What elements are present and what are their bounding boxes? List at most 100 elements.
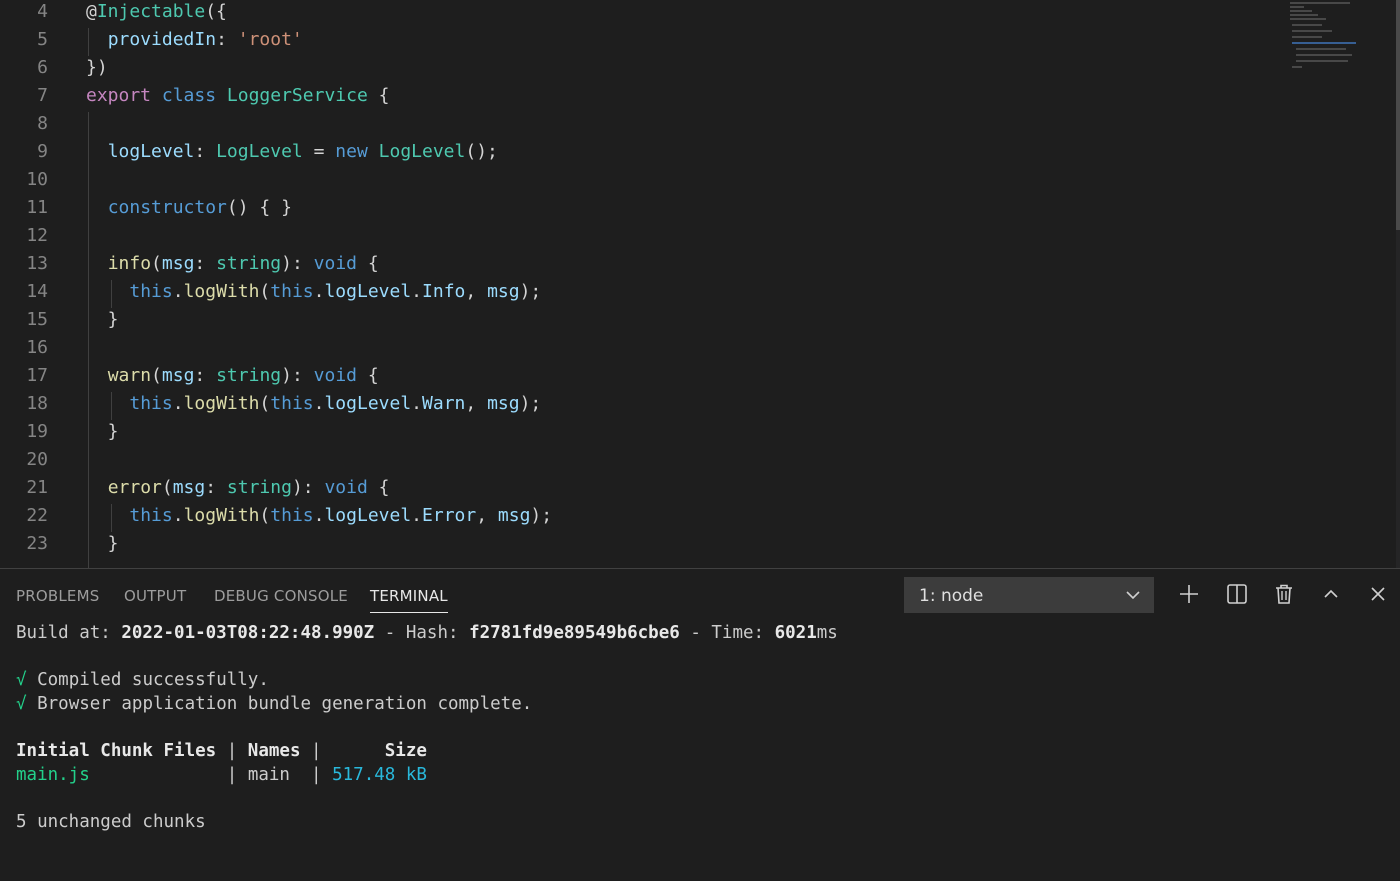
code-line[interactable]: 15 }: [0, 306, 1280, 334]
minimap-line: [1290, 14, 1318, 16]
chunk-file-name: main.js: [16, 765, 90, 785]
code-line[interactable]: 4 @Injectable({: [0, 0, 1280, 26]
split-terminal-button[interactable]: [1224, 581, 1250, 607]
code-token: ,: [465, 281, 488, 302]
code-token: ,: [465, 393, 488, 414]
code-line[interactable]: 5 providedIn: 'root': [0, 26, 1280, 54]
code-line[interactable]: 12: [0, 222, 1280, 250]
code-token: .: [313, 505, 325, 526]
tab-problems[interactable]: PROBLEMS: [16, 569, 99, 617]
code-token: .: [411, 505, 423, 526]
minimap-line: [1296, 48, 1346, 50]
code-token: :: [205, 477, 227, 498]
maximize-panel-button[interactable]: [1318, 581, 1344, 607]
code-token: new: [335, 141, 368, 162]
line-number: 4: [37, 1, 48, 22]
code-line[interactable]: 22 this.logWith(this.logLevel.Error, msg…: [0, 502, 1280, 530]
tab-terminal[interactable]: TERMINAL: [370, 569, 448, 617]
code-line[interactable]: 17 warn(msg: string): void {: [0, 362, 1280, 390]
code-token: {: [367, 85, 390, 106]
code-token: .: [411, 393, 423, 414]
code-text: }: [86, 530, 119, 558]
code-line[interactable]: 11 constructor() { }: [0, 194, 1280, 222]
code-line[interactable]: 18 this.logWith(this.logLevel.Warn, msg)…: [0, 390, 1280, 418]
line-number: 8: [37, 113, 48, 134]
code-line[interactable]: 10: [0, 166, 1280, 194]
code-token: );: [530, 505, 553, 526]
code-line[interactable]: 6}): [0, 54, 1280, 82]
code-text: this.logWith(this.logLevel.Error, msg);: [86, 502, 552, 530]
code-editor[interactable]: 4 @Injectable({5 providedIn: 'root' 6}) 7 ex…: [0, 0, 1400, 568]
line-number: 12: [26, 225, 48, 246]
line-number: 20: [26, 449, 48, 470]
check-mark-icon: √: [16, 694, 27, 714]
code-text: info(msg: string): void {: [86, 250, 379, 278]
indent-guide: [111, 504, 112, 532]
tab-debug-console[interactable]: DEBUG CONSOLE: [214, 569, 348, 617]
code-line[interactable]: 19 }: [0, 418, 1280, 446]
code-line[interactable]: 23 }: [0, 530, 1280, 558]
code-line[interactable]: 20: [0, 446, 1280, 474]
code-line[interactable]: 13 info(msg: string): void {: [0, 250, 1280, 278]
line-number: 23: [26, 533, 48, 554]
editor-scrollbar-thumb[interactable]: [1396, 0, 1400, 230]
code-token: .: [172, 281, 184, 302]
check-mark-icon: √: [16, 670, 27, 690]
terminal-output[interactable]: Build at: 2022-01-03T08:22:48.990Z - Has…: [16, 621, 1386, 835]
code-line[interactable]: 21 error(msg: string): void {: [0, 474, 1280, 502]
code-token: Info: [422, 281, 466, 302]
new-terminal-button[interactable]: [1176, 581, 1202, 607]
trash-icon: [1276, 584, 1292, 604]
terminal-table-header: Initial Chunk Files | Names | Size: [16, 739, 427, 763]
code-line[interactable]: 7 export class LoggerService {: [0, 82, 1280, 110]
code-text: this.logWith(this.logLevel.Info, msg);: [86, 278, 541, 306]
code-text: logLevel: LogLevel = new LogLevel();: [86, 138, 498, 166]
table-separator: |: [300, 765, 333, 785]
minimap-line: [1296, 60, 1348, 62]
terminal-line-compiled: √ Compiled successfully.: [16, 668, 269, 692]
code-token: msg: [172, 477, 206, 498]
code-token: this: [270, 393, 314, 414]
code-token: ({: [205, 1, 227, 22]
table-separator: |: [300, 741, 333, 761]
bottom-panel: PROBLEMS OUTPUT DEBUG CONSOLE TERMINAL 1…: [0, 568, 1400, 836]
terminal-line-unchanged: 5 unchanged chunks: [16, 810, 206, 834]
code-line[interactable]: 16: [0, 334, 1280, 362]
code-token: ):: [291, 477, 325, 498]
code-token: void: [324, 477, 368, 498]
code-line[interactable]: 14 this.logWith(this.logLevel.Info, msg)…: [0, 278, 1280, 306]
code-text: }): [86, 54, 108, 82]
code-line[interactable]: 9 logLevel: LogLevel = new LogLevel();: [0, 138, 1280, 166]
code-token: );: [519, 281, 542, 302]
code-token: Injectable: [96, 1, 206, 22]
tab-output[interactable]: OUTPUT: [124, 569, 186, 617]
kill-terminal-button[interactable]: [1271, 581, 1297, 607]
line-number: 14: [26, 281, 48, 302]
code-token: }: [86, 309, 119, 330]
code-token: info: [107, 253, 152, 274]
code-token: msg: [487, 393, 520, 414]
code-token: }: [86, 421, 119, 442]
code-token: this: [270, 505, 314, 526]
code-token: void: [313, 253, 357, 274]
code-token: this: [270, 281, 314, 302]
terminal-select-value: 1: node: [919, 586, 984, 606]
minimap[interactable]: [1286, 0, 1386, 80]
code-text: error(msg: string): void {: [86, 474, 390, 502]
build-time: 6021: [774, 623, 817, 643]
minimap-line: [1292, 66, 1302, 68]
code-token: logWith: [183, 393, 260, 414]
close-panel-button[interactable]: [1365, 581, 1391, 607]
terminal-table-row: main.js | main | 517.48 kB: [16, 763, 427, 787]
code-line[interactable]: 8: [0, 110, 1280, 138]
code-token: class: [161, 85, 217, 106]
code-token: warn: [107, 365, 152, 386]
code-text: warn(msg: string): void {: [86, 362, 379, 390]
terminal-instance-select[interactable]: 1: node: [904, 577, 1154, 613]
code-token: logLevel: [324, 393, 412, 414]
code-token: .: [313, 281, 325, 302]
